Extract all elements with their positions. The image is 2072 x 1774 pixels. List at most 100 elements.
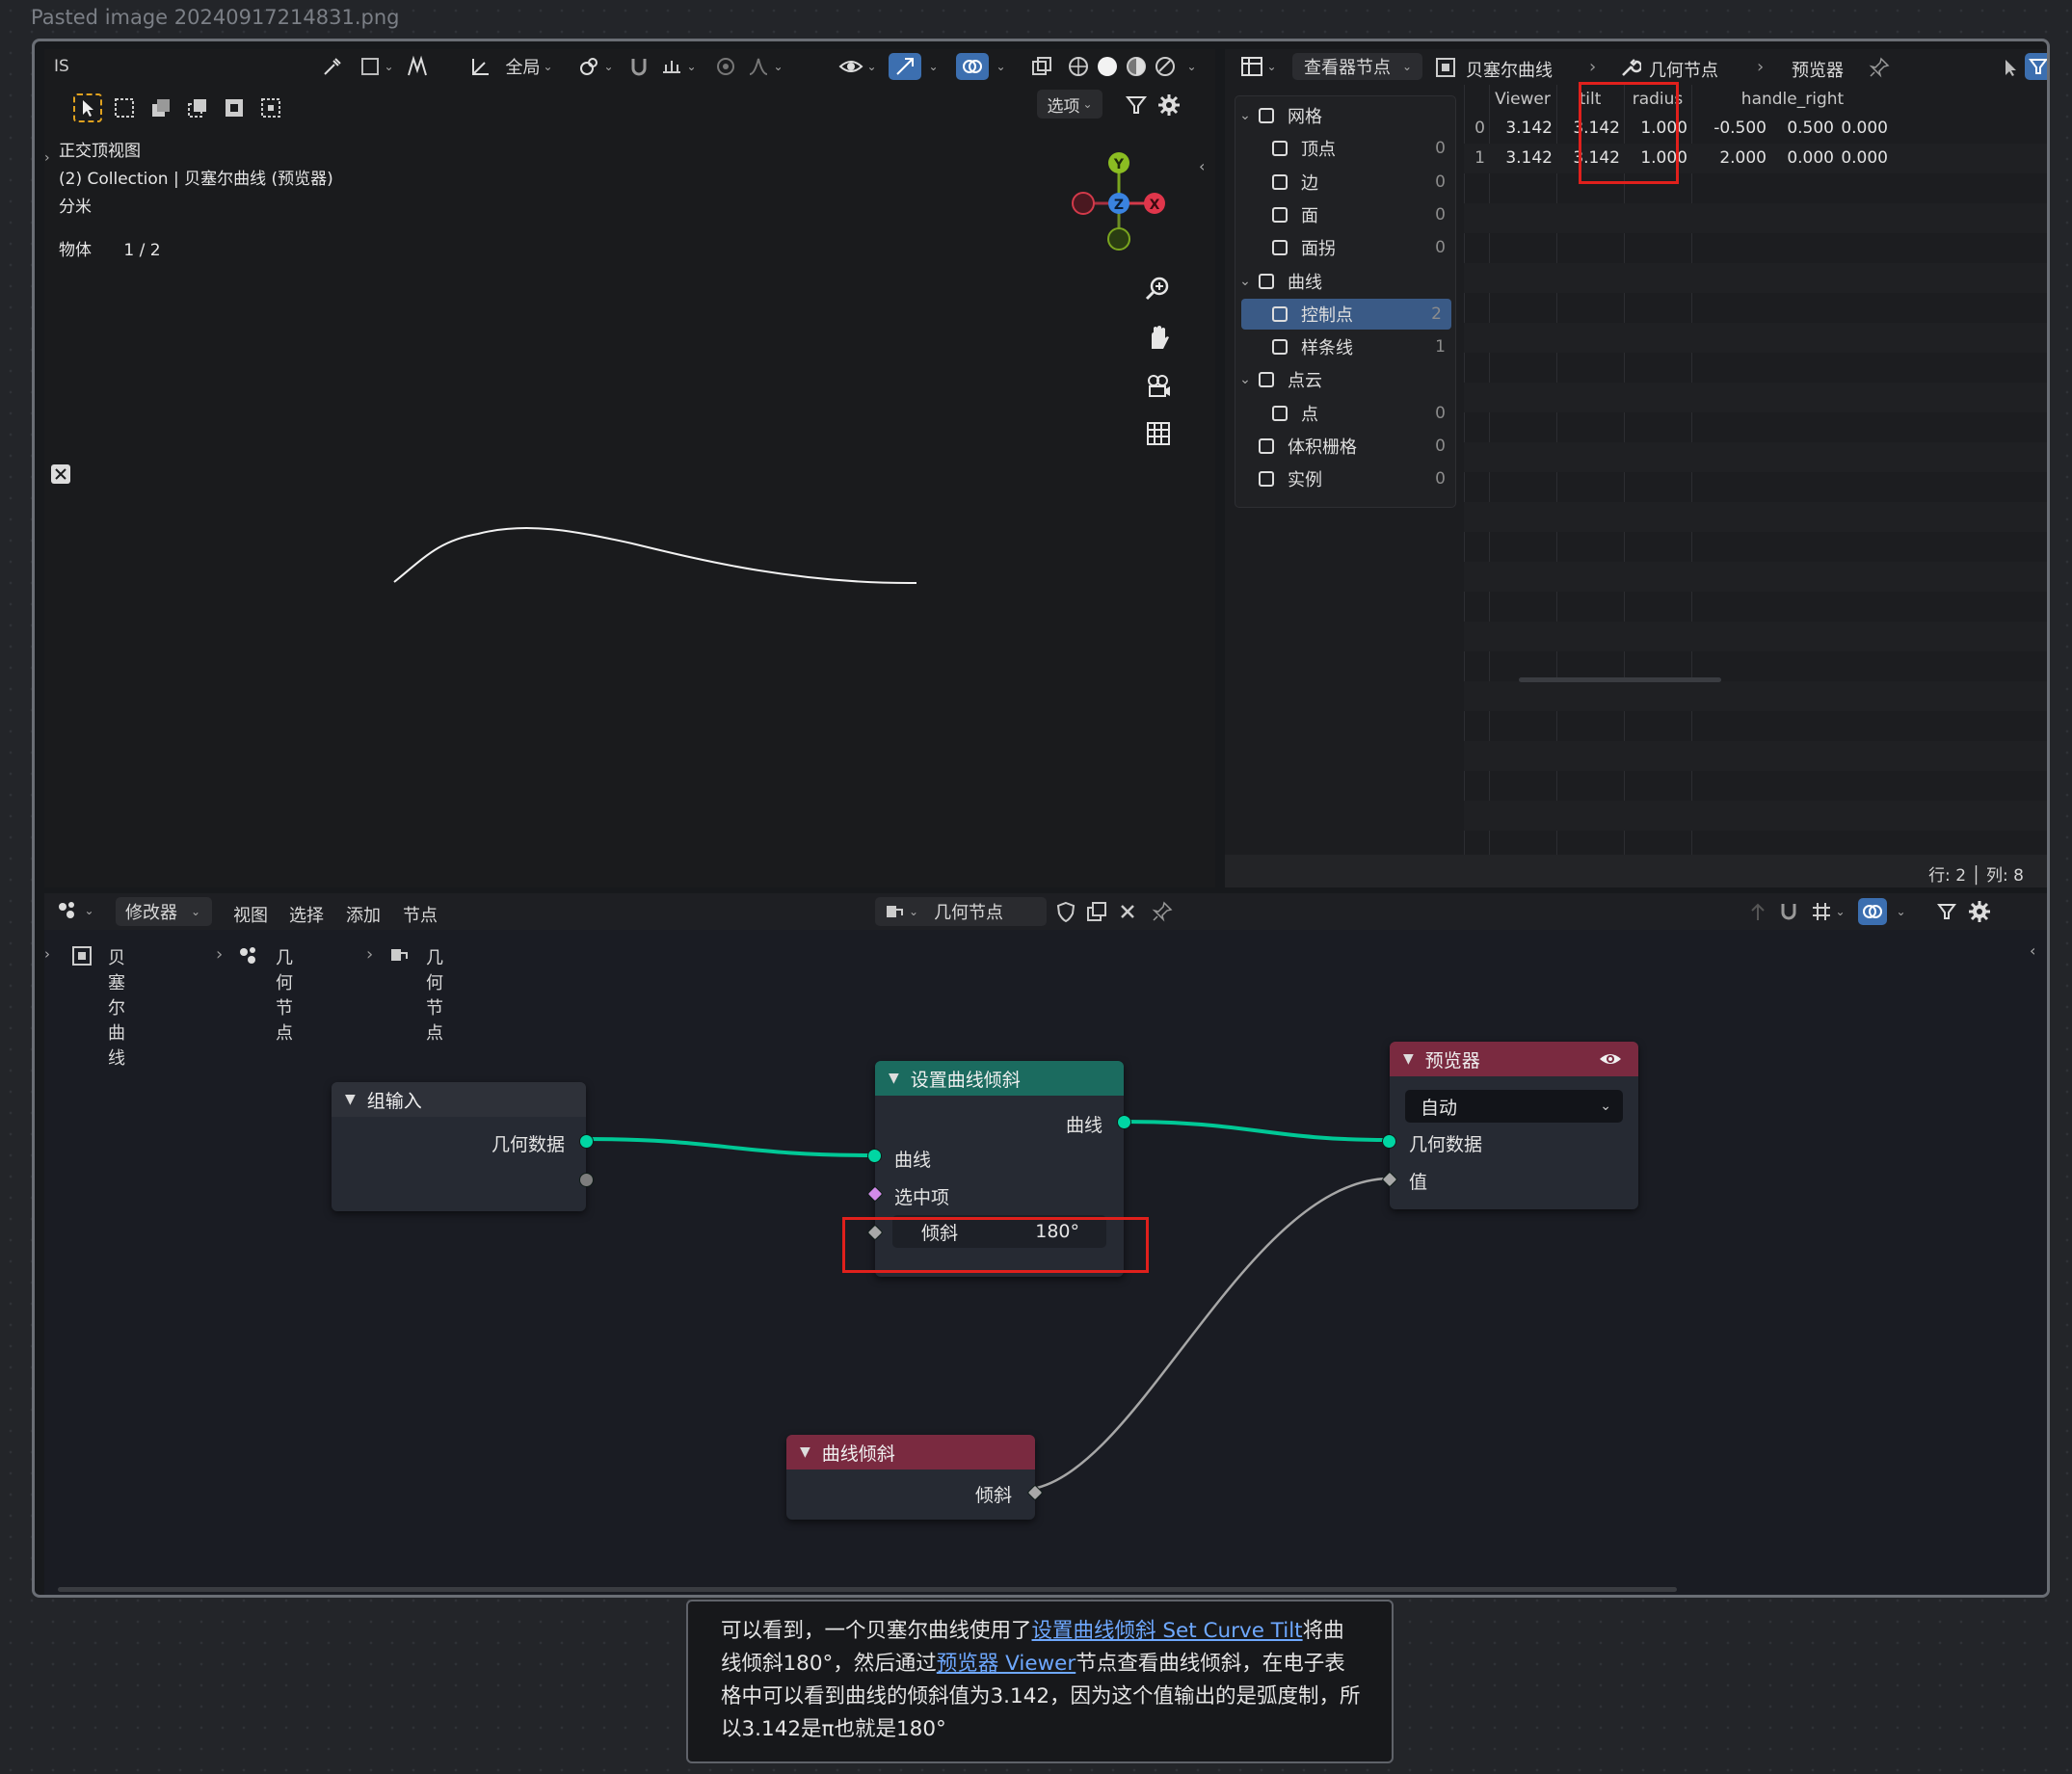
tree-item-instance[interactable]: 实例 0	[1235, 463, 1455, 494]
tree-item-count: 0	[1435, 172, 1446, 192]
output-empty-socket[interactable]	[579, 1173, 594, 1187]
spline-icon	[1272, 339, 1288, 356]
empty-row	[1464, 711, 2047, 741]
point-cloud-icon	[1259, 372, 1274, 388]
output-curve-label: 曲线	[1065, 1115, 1102, 1136]
bezier-curve-object[interactable]	[44, 49, 1215, 887]
set-curve-tilt-link[interactable]: 设置曲线倾斜 Set Curve Tilt	[1032, 1619, 1303, 1643]
eye-icon[interactable]	[1598, 1049, 1623, 1069]
tree-item-control-point[interactable]: 控制点 2	[1241, 298, 1451, 330]
table-cell-h2: 0.000	[1787, 148, 1834, 168]
tree-item-spline[interactable]: 样条线 1	[1235, 331, 1455, 362]
breadcrumb-separator: ›	[1589, 57, 1597, 77]
vertex-icon	[1272, 141, 1288, 157]
empty-row	[1464, 173, 2047, 203]
empty-row	[1464, 532, 2047, 562]
spreadsheet-status-bar: 行: 2 │ 列: 8	[1225, 855, 2047, 887]
domain-dropdown[interactable]: 自动 ⌄	[1405, 1090, 1623, 1123]
table-cell-h3: 0.000	[1841, 119, 1888, 138]
tree-item-curve[interactable]: ⌄ 曲线	[1235, 266, 1455, 297]
link-geometry-to-set-tilt[interactable]	[586, 1137, 874, 1157]
tree-item-label: 实例	[1288, 470, 1322, 491]
tree-item-edge[interactable]: 边0	[1235, 167, 1455, 198]
output-geometry-socket[interactable]	[579, 1134, 594, 1149]
input-curve-socket[interactable]	[867, 1149, 882, 1163]
caption-text: 可以看到，一个贝塞尔曲线使用了	[721, 1619, 1032, 1643]
blender-window: IS ⌄ 全局 ⌄ ⌄ ⌄ ⌄ ⌄ ⌄ ⌄ ⌄ 选项 ⌄ › 正交顶视图 (2)…	[32, 39, 2050, 1598]
node-title: 设置曲线倾斜	[910, 1069, 1021, 1091]
empty-row	[1464, 323, 2047, 353]
node-header[interactable]: ▼ 组输入	[332, 1082, 586, 1117]
empty-row	[1464, 353, 2047, 383]
group-input-node[interactable]: ▼ 组输入 几何数据	[332, 1082, 594, 1211]
empty-row	[1464, 472, 2047, 502]
edge-icon	[1272, 173, 1288, 190]
empty-row	[1464, 741, 2047, 771]
editor-type-spreadsheet-icon[interactable]: ⌄	[1235, 53, 1283, 80]
tree-item-label: 面拐	[1301, 239, 1336, 260]
output-curve-socket[interactable]	[1117, 1115, 1131, 1129]
tree-item-volume-grid[interactable]: 体积栅格 0	[1235, 431, 1455, 462]
viewer-node[interactable]: ▼ 预览器 自动 ⌄ 几何数据 值	[1381, 1042, 1638, 1209]
object-evaluation-dropdown[interactable]: 查看器节点 ⌄	[1292, 53, 1422, 80]
object-icon	[1435, 57, 1456, 82]
input-selection-label: 选中项	[894, 1187, 950, 1208]
spreadsheet-grid[interactable]: Viewer tilt radius handle_right 0 3.142 3.…	[1464, 85, 2047, 887]
tree-item-label: 曲线	[1288, 272, 1322, 293]
table-cell-h2: 0.500	[1787, 119, 1834, 138]
node-horizontal-scrollbar[interactable]	[58, 1587, 1677, 1592]
tree-item-point[interactable]: 点0	[1235, 398, 1455, 429]
chevron-down-icon[interactable]: ⌄	[1235, 108, 1255, 123]
sheet-horizontal-scrollbar[interactable]	[1519, 677, 1721, 682]
tree-item-face-corner[interactable]: 面拐 0	[1235, 232, 1455, 263]
empty-row	[1464, 383, 2047, 412]
breadcrumb-separator: ›	[1757, 57, 1765, 77]
chevron-down-icon[interactable]: ⌄	[1235, 372, 1255, 387]
input-geometry-socket[interactable]	[1382, 1134, 1396, 1149]
image-filename: Pasted image 20240917214831.png	[31, 6, 400, 29]
tree-item-vertex[interactable]: 顶点 0	[1235, 133, 1455, 164]
empty-row	[1464, 562, 2047, 592]
tree-item-count: 0	[1435, 403, 1446, 423]
collapse-chevron-icon[interactable]: ▼	[800, 1444, 810, 1460]
collapse-chevron-icon[interactable]: ▼	[1403, 1051, 1414, 1067]
empty-row	[1464, 263, 2047, 293]
row-filter-icon[interactable]	[2025, 53, 2047, 80]
chevron-down-icon[interactable]: ⌄	[1235, 274, 1255, 289]
breadcrumb-modifier[interactable]: 几何节点	[1649, 57, 1718, 82]
node-title: 曲线倾斜	[821, 1443, 895, 1465]
instance-icon	[1259, 471, 1274, 488]
column-header-viewer[interactable]: Viewer	[1489, 85, 1556, 114]
pin-icon[interactable]	[1869, 57, 1890, 82]
column-header-handle-right[interactable]: handle_right	[1691, 85, 1894, 114]
curve-tilt-node[interactable]: ▼ 曲线倾斜 倾斜	[786, 1435, 1044, 1520]
tree-item-count: 0	[1435, 469, 1446, 490]
volume-grid-icon	[1259, 438, 1274, 454]
tree-item-label: 顶点	[1301, 140, 1336, 161]
empty-row	[1464, 592, 2047, 622]
collapse-chevron-icon[interactable]: ▼	[345, 1092, 356, 1107]
breadcrumb-viewer[interactable]: 预览器	[1792, 57, 1844, 82]
breadcrumb-object[interactable]: 贝塞尔曲线	[1466, 57, 1553, 82]
viewer-link[interactable]: 预览器 Viewer	[937, 1652, 1076, 1676]
empty-row	[1464, 801, 2047, 831]
empty-row	[1464, 502, 2047, 532]
tree-item-mesh[interactable]: ⌄ 网格	[1235, 100, 1455, 131]
tree-item-face[interactable]: 面0	[1235, 199, 1455, 230]
table-cell-viewer: 3.142	[1505, 148, 1553, 168]
3d-viewport[interactable]: IS ⌄ 全局 ⌄ ⌄ ⌄ ⌄ ⌄ ⌄ ⌄ ⌄ 选项 ⌄ › 正交顶视图 (2)…	[44, 49, 1215, 887]
tree-item-label: 面	[1301, 205, 1318, 226]
tree-item-point-cloud[interactable]: ⌄ 点云	[1235, 364, 1455, 395]
tree-item-label: 控制点	[1301, 304, 1353, 326]
node-header[interactable]: ▼ 设置曲线倾斜	[875, 1061, 1124, 1096]
point-icon	[1272, 405, 1288, 421]
collapse-chevron-icon[interactable]: ▼	[889, 1071, 899, 1086]
node-header[interactable]: ▼ 曲线倾斜	[786, 1435, 1035, 1470]
input-curve-label: 曲线	[894, 1150, 932, 1171]
tree-item-count: 1	[1435, 337, 1446, 357]
node-header[interactable]: ▼ 预览器	[1390, 1042, 1638, 1076]
tree-item-count: 0	[1435, 437, 1446, 456]
empty-row	[1464, 203, 2047, 233]
link-set-tilt-to-viewer[interactable]	[1123, 1120, 1389, 1142]
selected-only-filter-icon[interactable]	[2002, 57, 2023, 82]
